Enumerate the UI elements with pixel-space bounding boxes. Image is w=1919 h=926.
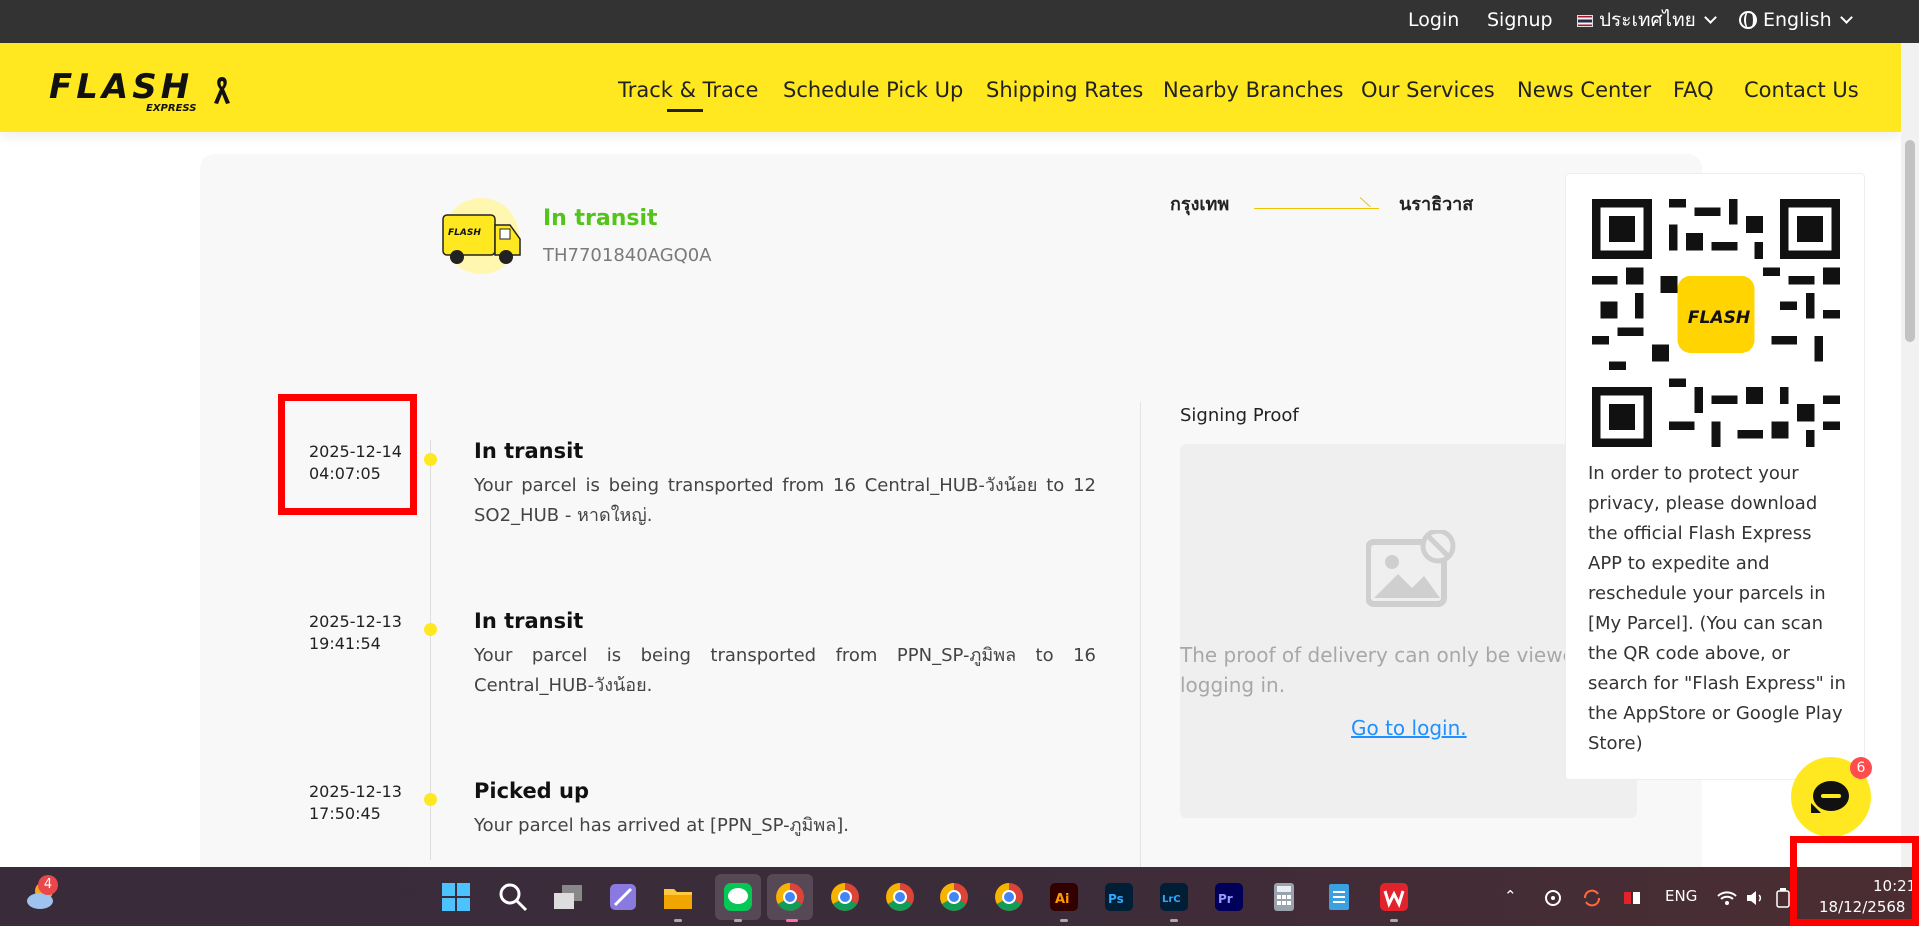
task-view-icon[interactable]: [552, 881, 584, 913]
scrollbar-thumb[interactable]: [1905, 140, 1915, 342]
wifi-icon[interactable]: [1716, 888, 1738, 908]
truck-logo-text: FLASH: [448, 228, 481, 238]
app-running-indicator: [1060, 919, 1068, 922]
timeline-time: 19:41:54: [309, 634, 381, 653]
section-divider: [1140, 402, 1141, 926]
nav-faq[interactable]: FAQ: [1673, 78, 1714, 102]
calculator-icon[interactable]: [1268, 881, 1300, 913]
notepad-icon[interactable]: [1323, 881, 1355, 913]
route-origin: กรุงเทพ: [1170, 194, 1230, 215]
timeline-dot: [424, 793, 437, 806]
route-arrow-line: [1254, 208, 1379, 209]
app-download-card: FLASH In order to protect your privacy, …: [1565, 173, 1865, 780]
timeline-date: 2025-12-13: [309, 612, 402, 631]
app-running-indicator: [1170, 919, 1178, 922]
svg-text:Ai: Ai: [1055, 892, 1070, 907]
chrome-icon[interactable]: [829, 881, 861, 913]
timeline-date-1: 2025-12-14 04:07:05: [309, 441, 402, 485]
nav-shipping-rates[interactable]: Shipping Rates: [986, 78, 1143, 102]
app-tray-icon[interactable]: [1622, 888, 1642, 908]
nav-news-center[interactable]: News Center: [1517, 78, 1651, 102]
line-app-icon[interactable]: [722, 881, 754, 913]
app-active-indicator: [786, 919, 798, 922]
active-nav-underline: [667, 109, 703, 112]
svg-text:Ps: Ps: [1108, 892, 1124, 906]
language-selector[interactable]: English: [1739, 0, 1853, 43]
timeline-date: 2025-12-13: [309, 782, 402, 801]
show-hidden-icons-chevron[interactable]: ⌃: [1504, 867, 1517, 926]
nav-schedule-pickup[interactable]: Schedule Pick Up: [783, 78, 963, 102]
timeline-time: 04:07:05: [309, 464, 381, 483]
logo-wordmark: FLASH: [49, 67, 194, 107]
timeline-title-2: In transit: [474, 609, 584, 633]
file-explorer-icon[interactable]: [662, 881, 694, 913]
timeline-date: 2025-12-14: [309, 442, 402, 461]
nav-contact-us[interactable]: Contact Us: [1744, 78, 1859, 102]
nav-track-trace[interactable]: Track & Trace: [618, 78, 758, 102]
globe-icon: [1739, 11, 1757, 29]
snipping-tool-icon[interactable]: [607, 881, 639, 913]
mourning-ribbon-icon: [214, 77, 230, 104]
chrome-icon[interactable]: [938, 881, 970, 913]
illustrator-icon[interactable]: Ai: [1048, 881, 1080, 913]
country-selector[interactable]: ประเทศไทย: [1577, 0, 1717, 43]
timeline-date-2: 2025-12-13 19:41:54: [309, 611, 402, 655]
lightroom-classic-icon[interactable]: LrC: [1158, 881, 1190, 913]
chevron-down-icon: [1703, 11, 1717, 24]
login-link[interactable]: Login: [1408, 0, 1459, 43]
timeline-dot: [424, 623, 437, 636]
highlight-box-clock: [1790, 836, 1919, 926]
image-unavailable-icon: [1366, 530, 1456, 607]
nav-nearby-branches[interactable]: Nearby Branches: [1163, 78, 1344, 102]
search-icon[interactable]: [497, 881, 529, 913]
app-qr-code[interactable]: FLASH: [1592, 199, 1840, 447]
chrome-icon[interactable]: [884, 881, 916, 913]
top-utility-bar: Login Signup ประเทศไทย English: [0, 0, 1919, 43]
timeline-desc-2: Your parcel is being transported from PP…: [474, 645, 1096, 696]
svg-text:LrC: LrC: [1162, 894, 1181, 905]
speaker-icon[interactable]: [1745, 888, 1765, 908]
wps-office-icon[interactable]: [1378, 881, 1410, 913]
input-language-indicator[interactable]: ENG: [1665, 867, 1697, 926]
signing-proof-label: Signing Proof: [1180, 405, 1299, 426]
tracking-number: TH7701840AGQ0A: [543, 245, 712, 266]
battery-icon[interactable]: [1776, 888, 1790, 908]
flash-express-logo[interactable]: FLASH EXPRESS: [49, 67, 239, 114]
timeline-title-3: Picked up: [474, 779, 590, 803]
app-running-indicator: [674, 919, 682, 922]
logo-subtitle: EXPRESS: [146, 103, 197, 114]
timeline-date-3: 2025-12-13 17:50:45: [309, 781, 402, 825]
nav-our-services[interactable]: Our Services: [1361, 78, 1495, 102]
qr-logo-text: FLASH: [1688, 308, 1750, 328]
windows-start-icon[interactable]: [440, 881, 472, 913]
chevron-down-icon: [1839, 11, 1853, 24]
route-destination: นราธิวาส: [1399, 194, 1474, 215]
chat-bubble-tail: [1811, 803, 1821, 813]
parcel-status: In transit: [543, 206, 658, 231]
app-download-text: In order to protect your privacy, please…: [1588, 463, 1846, 754]
country-label: ประเทศไทย: [1599, 9, 1696, 31]
timeline-desc-1: Your parcel is being transported from 16…: [474, 475, 1096, 526]
timeline-time: 17:50:45: [309, 804, 381, 823]
timeline-desc-3: Your parcel has arrived at [PPN_SP-ภูมิพ…: [474, 815, 849, 836]
sync-tray-icon[interactable]: [1543, 888, 1563, 908]
go-to-login-link[interactable]: Go to login.: [1351, 716, 1467, 740]
premiere-pro-icon[interactable]: Pr: [1213, 881, 1245, 913]
photoshop-icon[interactable]: Ps: [1103, 881, 1135, 913]
app-running-indicator: [734, 919, 742, 922]
app-running-indicator: [1390, 919, 1398, 922]
chrome-icon[interactable]: [993, 881, 1025, 913]
language-label: English: [1763, 9, 1832, 31]
signup-link[interactable]: Signup: [1487, 0, 1553, 43]
chrome-icon[interactable]: [774, 881, 806, 913]
timeline-title-1: In transit: [474, 439, 584, 463]
delivery-truck-icon: FLASH: [442, 198, 521, 274]
weather-badge: 4: [38, 875, 58, 895]
timeline-dot: [424, 453, 437, 466]
thai-flag-icon: [1577, 15, 1593, 27]
update-tray-icon[interactable]: [1582, 888, 1602, 908]
chat-unread-badge: 6: [1850, 757, 1872, 779]
svg-text:Pr: Pr: [1218, 892, 1233, 906]
